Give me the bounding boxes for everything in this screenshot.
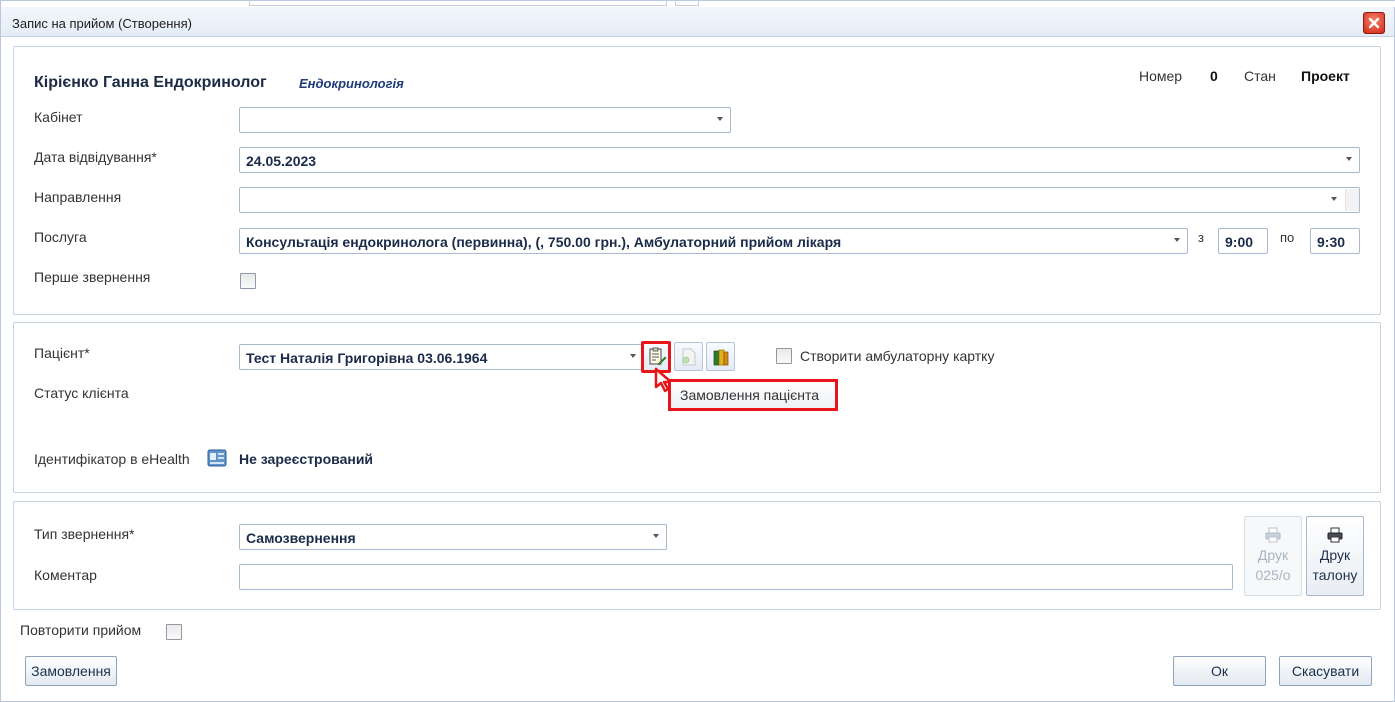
patient-label: Пацієнт* (34, 345, 90, 361)
background-field-fragment (249, 1, 667, 6)
window-title: Запис на прийом (Створення) (12, 16, 192, 31)
appeal-type-label: Тип звернення* (34, 526, 135, 542)
background-button-fragment (675, 1, 699, 6)
patient-value: Тест Наталія Григорівна 03.06.1964 (246, 350, 488, 366)
chevron-down-icon (630, 354, 636, 358)
tooltip-patient-order: Замовлення пацієнта (668, 379, 838, 411)
close-button[interactable] (1363, 12, 1385, 34)
printer-icon (1327, 527, 1343, 543)
first-visit-checkbox[interactable] (240, 273, 256, 289)
time-from-value: 9:00 (1225, 234, 1254, 250)
cancel-button[interactable]: Скасувати (1279, 656, 1372, 686)
print-ticket-label-1: Друк (1319, 547, 1351, 563)
repeat-label: Повторити прийом (20, 622, 142, 638)
visit-date-field[interactable]: 24.05.2023 (239, 147, 1360, 173)
number-value: 0 (1210, 68, 1218, 84)
number-label: Номер (1139, 68, 1183, 84)
appointment-dialog: Запис на прийом (Створення) Кірієнко Ган… (0, 0, 1395, 702)
create-card-checkbox[interactable] (776, 348, 792, 364)
books-icon (713, 349, 728, 365)
state-label: Стан (1244, 68, 1276, 84)
close-icon (1368, 17, 1380, 29)
time-to-field[interactable]: 9:30 (1310, 228, 1360, 254)
cabinet-label: Кабінет (34, 109, 83, 125)
comment-input[interactable] (239, 564, 1233, 590)
orders-button[interactable]: Замовлення (25, 656, 117, 686)
print-025-label-2: 025/о (1255, 567, 1291, 583)
print-ticket-label-2: талону (1312, 567, 1358, 583)
printer-icon (1265, 527, 1281, 543)
chevron-down-icon (1174, 238, 1180, 242)
print-ticket-button[interactable]: Друк талону (1306, 516, 1364, 596)
print-025-label-1: Друк (1257, 547, 1289, 563)
first-visit-label: Перше звернення (34, 269, 151, 285)
time-from-label: з (1198, 230, 1204, 245)
referral-label: Направлення (34, 189, 122, 205)
time-from-field[interactable]: 9:00 (1218, 228, 1268, 254)
patient-select[interactable]: Тест Наталія Григорівна 03.06.1964 (239, 344, 644, 370)
state-value: Проект (1301, 68, 1350, 84)
create-card-label: Створити амбулаторну картку (800, 348, 995, 364)
service-value: Консультація ендокринолога (первинна), (… (246, 234, 842, 250)
time-to-label: по (1280, 230, 1295, 245)
add-document-button[interactable] (674, 342, 703, 371)
appeal-panel (13, 501, 1381, 610)
client-status-label: Статус клієнта (34, 385, 129, 401)
ehealth-status: Не зареєстрований (239, 451, 374, 467)
chevron-down-icon (717, 117, 723, 121)
repeat-checkbox[interactable] (166, 624, 182, 640)
referral-extra-button[interactable] (1345, 189, 1359, 211)
chevron-down-icon (1331, 197, 1337, 201)
comment-label: Коментар (34, 567, 97, 583)
service-label: Послуга (34, 229, 87, 245)
service-select[interactable]: Консультація ендокринолога (первинна), (… (239, 228, 1188, 254)
ehealth-label: Ідентифікатор в eHealth (34, 451, 190, 467)
ehealth-card-icon[interactable] (206, 447, 228, 469)
visit-date-label: Дата відвідування* (34, 149, 157, 165)
visit-date-value: 24.05.2023 (246, 153, 317, 169)
doctor-specialty: Ендокринологія (299, 76, 404, 91)
ok-button[interactable]: Ок (1173, 656, 1266, 686)
cabinet-select[interactable] (239, 107, 731, 133)
print-025-button[interactable]: Друк 025/о (1244, 516, 1302, 596)
doctor-name: Кірієнко Ганна Ендокринолог (34, 74, 267, 91)
medical-card-button[interactable] (706, 342, 735, 371)
document-add-icon (682, 348, 695, 365)
referral-select[interactable] (239, 187, 1360, 213)
chevron-down-icon (1346, 157, 1352, 161)
appeal-type-select[interactable]: Самозвернення (239, 524, 667, 550)
title-bar: Запис на прийом (Створення) (1, 7, 1394, 37)
appeal-type-value: Самозвернення (246, 530, 356, 546)
time-to-value: 9:30 (1317, 234, 1346, 250)
chevron-down-icon (653, 534, 659, 538)
